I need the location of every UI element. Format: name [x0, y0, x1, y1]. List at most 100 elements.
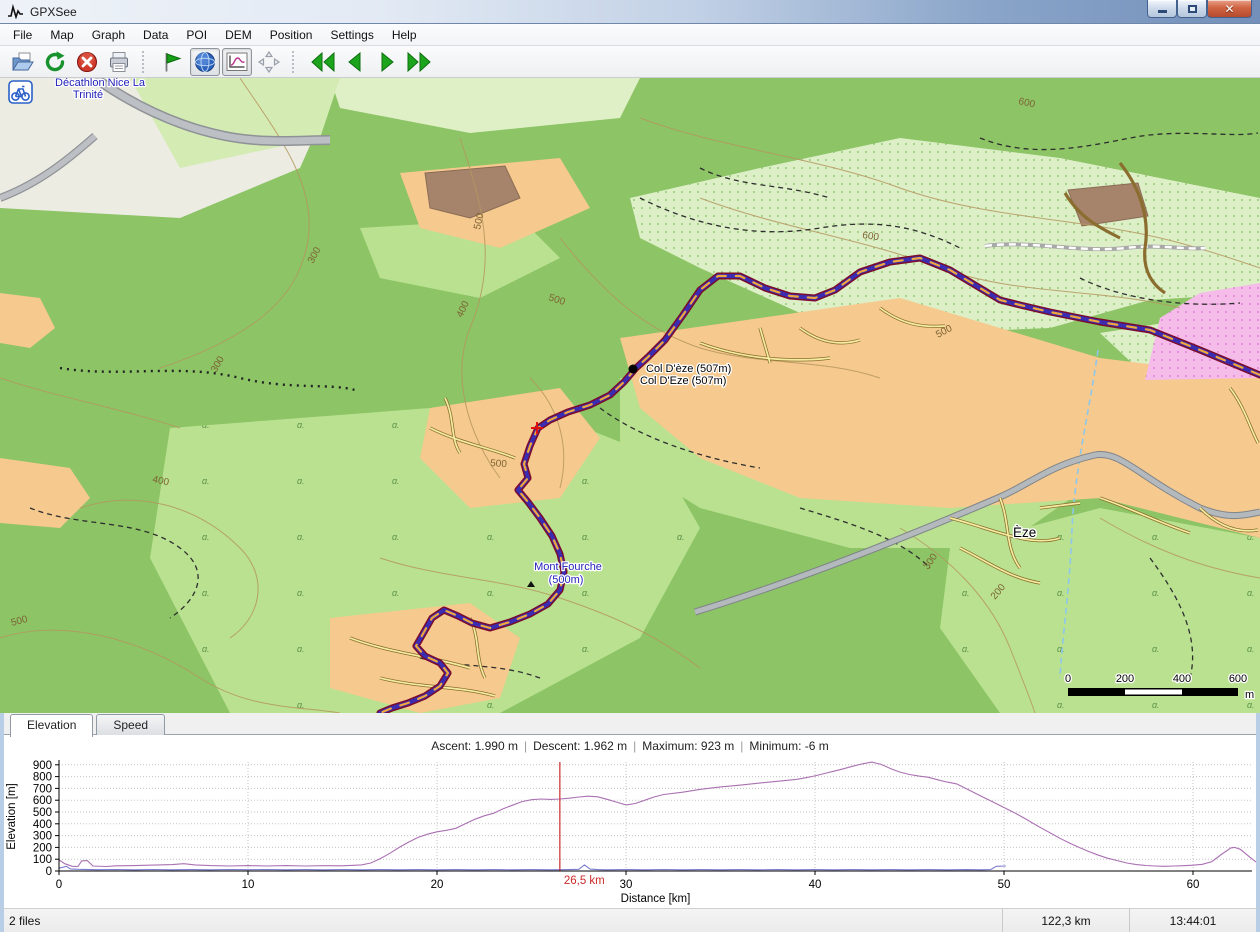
- printer-icon: [107, 50, 131, 74]
- svg-text:900: 900: [33, 760, 52, 772]
- graph-stats: Ascent: 1.990 m|Descent: 1.962 m|Maximum…: [4, 739, 1256, 753]
- poi-label-line1: Décathlon Nice La: [55, 78, 146, 89]
- tab-elevation[interactable]: Elevation: [10, 714, 93, 737]
- svg-text:400: 400: [33, 819, 52, 831]
- elevation-chart[interactable]: 26,5 km010020030040050060070080090001020…: [4, 755, 1256, 907]
- open-folder-icon: [11, 50, 35, 74]
- view-toolbar-group: [152, 46, 292, 77]
- svg-text:10: 10: [242, 879, 255, 891]
- titlebar[interactable]: GPXSee ✕: [0, 0, 1260, 24]
- place-label-eze: Èze: [1013, 525, 1036, 540]
- maximize-button[interactable]: [1177, 0, 1207, 18]
- peak-name: Mont Fourche: [534, 561, 602, 573]
- last-arrow-icon: [406, 50, 432, 74]
- stat-maximum: Maximum: 923 m: [642, 739, 734, 753]
- stats-separator: |: [627, 739, 642, 753]
- map-view[interactable]: ɑ.: [0, 78, 1260, 713]
- waypoint-label: Col D'èze (507m): [646, 363, 731, 375]
- window-controls: ✕: [1147, 0, 1252, 18]
- menubar: FileMapGraphDataPOIDEMPositionSettingsHe…: [0, 24, 1260, 46]
- menu-help[interactable]: Help: [383, 25, 426, 45]
- stats-separator: |: [518, 739, 533, 753]
- status-file-count: 2 files: [4, 914, 1002, 928]
- map-terrain: [0, 78, 1260, 713]
- graph-tabbar: ElevationSpeed: [4, 713, 1256, 735]
- map-canvas: ɑ.: [0, 78, 1260, 713]
- close-file-icon: [75, 50, 99, 74]
- next-arrow-icon: [375, 50, 399, 74]
- svg-text:200: 200: [33, 842, 52, 854]
- close-icon: ✕: [1224, 2, 1234, 16]
- menu-file[interactable]: File: [4, 25, 41, 45]
- gpxsee-window: GPXSee ✕ FileMapGraphDataPOIDEMPositionS…: [0, 0, 1260, 932]
- globe-icon: [193, 50, 217, 74]
- open-file-button[interactable]: [8, 48, 38, 76]
- toolbar-separator: [292, 51, 296, 73]
- graph-icon: [225, 50, 249, 74]
- scale-tick-0: 0: [1065, 673, 1071, 685]
- peak-elevation: (500m): [549, 574, 584, 586]
- last-file-button[interactable]: [404, 48, 434, 76]
- flag-icon: [161, 50, 185, 74]
- reload-icon: [43, 50, 67, 74]
- svg-text:30: 30: [620, 879, 633, 891]
- svg-text:0: 0: [56, 879, 62, 891]
- close-window-button[interactable]: ✕: [1207, 0, 1252, 18]
- toolbar: [0, 46, 1260, 78]
- stat-ascent: Ascent: 1.990 m: [431, 739, 518, 753]
- menu-position[interactable]: Position: [261, 25, 322, 45]
- show-poi-button[interactable]: [158, 48, 188, 76]
- chart-grid: [59, 762, 1252, 871]
- first-file-button[interactable]: [308, 48, 338, 76]
- minimize-icon: [1158, 10, 1167, 13]
- menu-poi[interactable]: POI: [177, 25, 216, 45]
- scale-tick-200: 200: [1116, 673, 1134, 685]
- svg-text:20: 20: [431, 879, 444, 891]
- show-graph-button[interactable]: [222, 48, 252, 76]
- show-map-button[interactable]: [190, 48, 220, 76]
- contour-label: 500: [490, 458, 508, 470]
- status-time: 13:44:01: [1129, 909, 1256, 932]
- svg-text:300: 300: [33, 831, 52, 843]
- pan-arrows-icon: [257, 50, 281, 74]
- y-axis-title: Elevation [m]: [6, 783, 18, 849]
- svg-text:100: 100: [33, 854, 52, 866]
- svg-text:60: 60: [1187, 879, 1200, 891]
- menu-graph[interactable]: Graph: [83, 25, 134, 45]
- stats-separator: |: [734, 739, 749, 753]
- menu-map[interactable]: Map: [41, 25, 82, 45]
- maximize-icon: [1188, 5, 1197, 13]
- poi-label-line2: Trinité: [73, 89, 103, 101]
- move-map-button[interactable]: [254, 48, 284, 76]
- graph-panel: Ascent: 1.990 m|Descent: 1.962 m|Maximum…: [4, 734, 1256, 908]
- graph-dock: ElevationSpeed Ascent: 1.990 m|Descent: …: [0, 713, 1260, 908]
- statusbar: 2 files 122,3 km 13:44:01: [0, 908, 1260, 932]
- close-file-button[interactable]: [72, 48, 102, 76]
- scale-tick-400: 400: [1173, 673, 1191, 685]
- window-title: GPXSee: [30, 5, 77, 19]
- menu-dem[interactable]: DEM: [216, 25, 261, 45]
- reload-file-button[interactable]: [40, 48, 70, 76]
- x-axis-title: Distance [km]: [621, 893, 691, 905]
- scale-tick-600: 600: [1229, 673, 1247, 685]
- waypoint-label-2: Col D'Eze (507m): [640, 375, 726, 387]
- minimize-button[interactable]: [1147, 0, 1177, 18]
- navigation-toolbar-group: [302, 46, 442, 77]
- status-distance: 122,3 km: [1002, 909, 1129, 932]
- tab-speed[interactable]: Speed: [96, 714, 165, 735]
- svg-text:40: 40: [809, 879, 822, 891]
- print-button[interactable]: [104, 48, 134, 76]
- stat-descent: Descent: 1.962 m: [533, 739, 627, 753]
- svg-text:0: 0: [46, 866, 52, 878]
- menu-data[interactable]: Data: [134, 25, 177, 45]
- position-marker-line[interactable]: 26,5 km: [560, 762, 605, 887]
- previous-file-button[interactable]: [340, 48, 370, 76]
- next-file-button[interactable]: [372, 48, 402, 76]
- file-toolbar-group: [2, 46, 142, 77]
- previous-arrow-icon: [343, 50, 367, 74]
- toolbar-separator: [142, 51, 146, 73]
- svg-text:700: 700: [33, 783, 52, 795]
- menu-settings[interactable]: Settings: [321, 25, 382, 45]
- svg-text:500: 500: [33, 807, 52, 819]
- svg-text:600: 600: [33, 795, 52, 807]
